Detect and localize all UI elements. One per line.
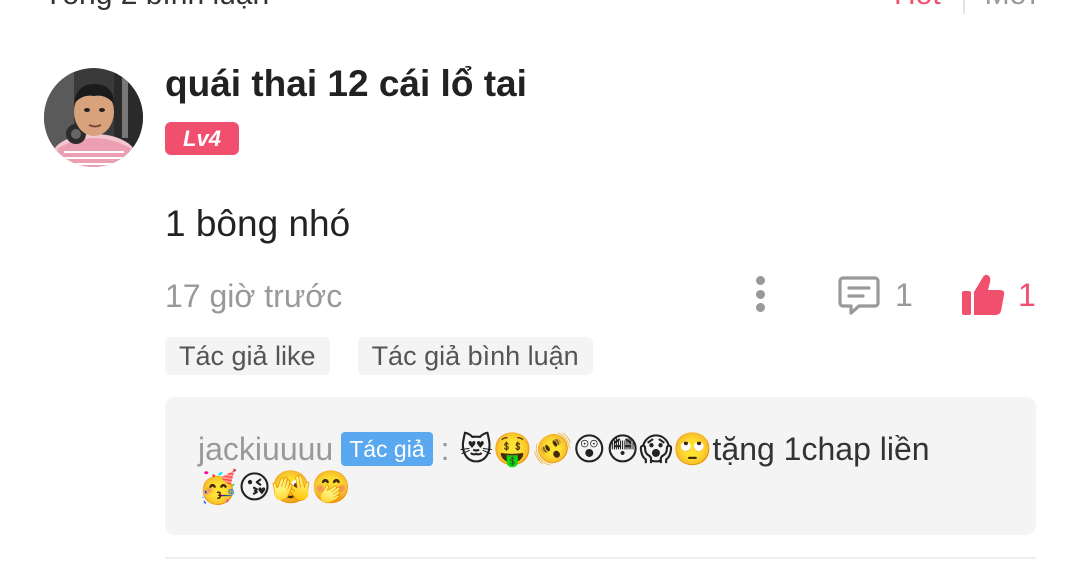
reply-line: 🥳😘🫣🤭 <box>198 467 351 507</box>
reply-emojis: 🥳😘🫣🤭 <box>198 469 351 505</box>
reply-preview[interactable]: jackiuuuu Tác giả : 😻🤑🫨😲😳😱🙄 tặng 1chap l… <box>165 397 1036 535</box>
thumbs-up-icon <box>962 274 1005 315</box>
comment-text: 1 bông nhó <box>165 203 351 244</box>
reply-line: jackiuuuu Tác giả : 😻🤑🫨😲😳😱🙄 tặng 1chap l… <box>198 429 930 469</box>
more-options-button[interactable] <box>745 272 775 316</box>
reply-text: tặng 1chap liền <box>712 430 930 467</box>
reply-emojis: 😻🤑🫨😲😳😱🙄 <box>459 431 713 467</box>
author-badge: Tác giả <box>341 432 433 466</box>
comment-divider <box>165 557 1036 559</box>
tab-new[interactable]: Mới <box>965 0 1036 12</box>
reply-count: 1 <box>895 276 913 313</box>
comment-username[interactable]: quái thai 12 cái lổ tai <box>165 63 527 105</box>
tag-author-commented: Tác giả bình luận <box>357 337 593 375</box>
reply-button[interactable]: 1 <box>837 272 913 318</box>
like-count: 1 <box>1018 276 1036 313</box>
level-badge: Lv4 <box>165 122 239 155</box>
comments-header: Tổng 2 bình luận Hot Mới <box>0 0 1080 14</box>
comment-bubble-icon <box>838 276 880 315</box>
more-dot-icon <box>755 303 765 312</box>
tab-hot[interactable]: Hot <box>874 0 963 12</box>
total-comments-label: Tổng 2 bình luận <box>44 0 269 12</box>
sort-tabs: Hot Mới <box>874 0 1036 14</box>
more-dot-icon <box>755 289 765 299</box>
reply-author[interactable]: jackiuuuu <box>198 431 333 468</box>
like-button[interactable]: 1 <box>960 272 1036 318</box>
comment-tags: Tác giả like Tác giả bình luận <box>165 337 621 375</box>
avatar[interactable] <box>44 68 143 167</box>
comment-timestamp: 17 giờ trước <box>165 278 343 314</box>
more-dot-icon <box>755 276 765 285</box>
tag-author-liked: Tác giả like <box>165 337 330 375</box>
reply-separator: : <box>440 430 450 467</box>
